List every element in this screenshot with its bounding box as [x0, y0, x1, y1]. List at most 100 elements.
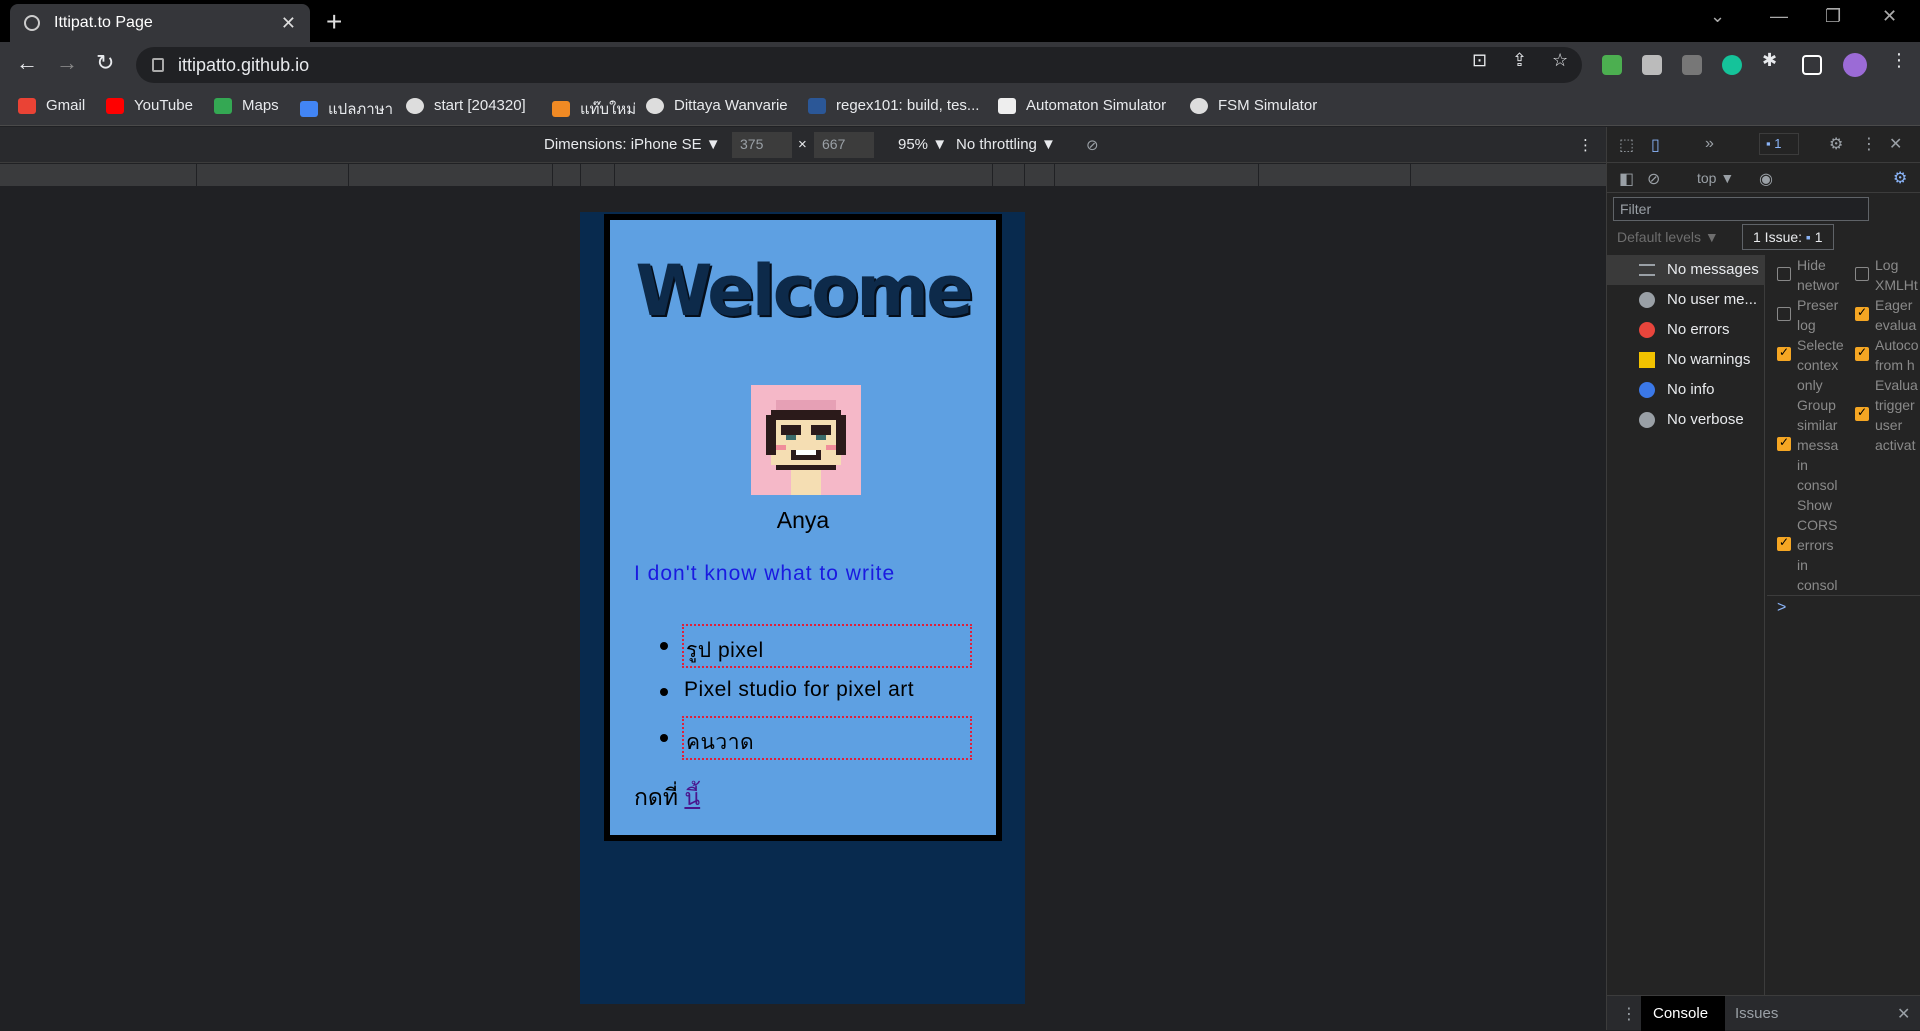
avatar-image: [751, 385, 861, 495]
tab-search-icon[interactable]: ⌄: [1710, 6, 1725, 27]
ruler-tick: [992, 164, 993, 186]
avatar[interactable]: [1843, 53, 1867, 77]
throttling-select[interactable]: No throttling ▼: [956, 136, 1056, 153]
window-close-button[interactable]: ✕: [1882, 6, 1897, 27]
width-input[interactable]: 375: [732, 132, 792, 158]
minimize-button[interactable]: —: [1770, 6, 1788, 27]
extension-icon[interactable]: [1642, 55, 1662, 75]
drawer-menu-icon[interactable]: ⋮: [1621, 1004, 1637, 1024]
translate-icon[interactable]: ⊡: [1472, 50, 1487, 71]
dimension-separator: ×: [798, 136, 807, 153]
messages-badge[interactable]: ▪ 1: [1759, 133, 1799, 155]
list-item: Pixel studio for pixel art: [684, 678, 915, 701]
ruler-tick: [1054, 164, 1055, 186]
sidebar-toggle-icon[interactable]: ◧: [1619, 169, 1634, 189]
bookmark-maps[interactable]: Maps: [214, 97, 279, 114]
extension-icon[interactable]: [1682, 55, 1702, 75]
extension-icon[interactable]: [1602, 55, 1622, 75]
bookmark-fsm[interactable]: FSM Simulator: [1190, 97, 1317, 114]
address-bar[interactable]: ittipatto.github.io: [136, 47, 1582, 83]
warning-icon: [1639, 352, 1655, 368]
inspect-icon[interactable]: ⬚: [1619, 135, 1634, 155]
sidebar-item-user-messages[interactable]: No user me...: [1607, 285, 1765, 315]
bookmark-youtube[interactable]: YouTube: [106, 97, 193, 114]
log-xmlhttp-checkbox[interactable]: [1855, 267, 1869, 281]
sidebar-item-info[interactable]: No info: [1607, 375, 1765, 405]
preserve-log-checkbox[interactable]: [1777, 307, 1791, 321]
bookmark-star-icon[interactable]: ☆: [1552, 50, 1568, 71]
ruler-tick: [614, 164, 615, 186]
tab-console[interactable]: Console: [1641, 996, 1725, 1031]
bookmark-automaton[interactable]: Automaton Simulator: [998, 97, 1166, 114]
menu-icon[interactable]: ⋮: [1890, 50, 1908, 71]
restore-button[interactable]: ❐: [1825, 6, 1841, 27]
hide-network-checkbox[interactable]: [1777, 267, 1791, 281]
side-panel-icon[interactable]: [1802, 55, 1822, 75]
rotate-icon[interactable]: ⊘: [1086, 136, 1099, 154]
dimensions-select[interactable]: Dimensions: iPhone SE ▼: [544, 136, 721, 153]
sidebar-item-verbose[interactable]: No verbose: [1607, 405, 1765, 435]
device-toolbar: Dimensions: iPhone SE ▼ 375 × 667 95% ▼ …: [0, 127, 1606, 163]
filter-input[interactable]: Filter: [1613, 197, 1869, 221]
bookmark-translate[interactable]: แปลภาษา: [300, 97, 393, 121]
list-bullet: [660, 688, 668, 696]
grammarly-icon[interactable]: [1722, 55, 1742, 75]
ruler-tick: [580, 164, 581, 186]
puzzle-icon[interactable]: ✱: [1762, 50, 1777, 71]
sidebar-item-errors[interactable]: No errors: [1607, 315, 1765, 345]
sidebar-item-messages[interactable]: No messages: [1607, 255, 1765, 285]
settings-labels-right: Log XMLHt Eager evalua Autoco from h Eva…: [1875, 257, 1919, 453]
settings-icon[interactable]: ⚙: [1829, 134, 1843, 154]
selected-context-checkbox[interactable]: [1777, 345, 1791, 361]
evaluate-triggers-checkbox[interactable]: [1855, 405, 1869, 421]
kebab-icon[interactable]: ⋮: [1861, 134, 1877, 154]
height-input[interactable]: 667: [814, 132, 874, 158]
bookmark-start[interactable]: start [204320]: [406, 97, 526, 114]
bookmarks-bar: Gmail YouTube Maps แปลภาษา start [204320…: [0, 88, 1920, 126]
here-link[interactable]: นี้: [684, 784, 700, 810]
clear-console-icon[interactable]: ⊘: [1647, 169, 1660, 189]
device-toggle-icon[interactable]: ▯: [1651, 135, 1660, 155]
click-prefix: กดที่: [634, 784, 679, 810]
eager-evaluation-checkbox[interactable]: [1855, 305, 1869, 321]
ruler-tick: [196, 164, 197, 186]
console-prompt[interactable]: >: [1777, 599, 1786, 617]
forward-icon[interactable]: →: [56, 50, 78, 76]
close-drawer-icon[interactable]: ✕: [1897, 1004, 1910, 1024]
close-devtools-icon[interactable]: ✕: [1889, 134, 1902, 154]
bookmark-gmail[interactable]: Gmail: [18, 97, 85, 114]
new-tab-button[interactable]: +: [326, 6, 342, 38]
click-line: กดที่ นี้: [634, 780, 700, 816]
bookmark-newtab[interactable]: แท๊บใหม่: [552, 97, 636, 121]
log-levels-select[interactable]: Default levels ▼: [1617, 229, 1719, 245]
sidebar-item-warnings[interactable]: No warnings: [1607, 345, 1765, 375]
bookmark-regex101[interactable]: regex101: build, tes...: [808, 97, 979, 114]
back-icon[interactable]: ←: [16, 50, 38, 76]
devtools-header: ⬚ ▯ » ▪ 1 ⚙ ⋮ ✕: [1607, 127, 1920, 163]
show-cors-checkbox[interactable]: [1777, 535, 1791, 551]
devtools-panel: ⬚ ▯ » ▪ 1 ⚙ ⋮ ✕ ◧ ⊘ top ▼ ◉ ⚙ Filter Def…: [1606, 127, 1920, 1031]
list-item: คนวาด: [682, 716, 972, 760]
console-settings-icon[interactable]: ⚙: [1893, 168, 1907, 188]
ruler-tick: [552, 164, 553, 186]
browser-toolbar: ← → ↻ ittipatto.github.io ⊡ ⇪ ☆ ✱ ⋮: [0, 42, 1920, 88]
share-icon[interactable]: ⇪: [1512, 50, 1527, 71]
bookmark-dittaya[interactable]: Dittaya Wanvarie: [646, 97, 788, 114]
zoom-select[interactable]: 95% ▼: [898, 136, 947, 153]
context-select[interactable]: top ▼: [1697, 170, 1734, 186]
ruler-tick: [1024, 164, 1025, 186]
issues-button[interactable]: 1 Issue: ▪ 1: [1742, 224, 1834, 250]
globe-icon: [646, 97, 664, 114]
user-icon: [1639, 292, 1655, 308]
tab-issues[interactable]: Issues: [1735, 1005, 1778, 1022]
browser-tab[interactable]: Ittipat.to Page ✕: [10, 4, 310, 42]
media-query-ruler[interactable]: [0, 164, 1606, 186]
eye-icon[interactable]: ◉: [1759, 169, 1773, 189]
group-similar-checkbox[interactable]: [1777, 435, 1791, 451]
list-bullet: [660, 642, 668, 650]
autocomplete-history-checkbox[interactable]: [1855, 345, 1869, 361]
device-menu-icon[interactable]: ⋮: [1578, 136, 1593, 154]
reload-icon[interactable]: ↻: [96, 50, 114, 76]
close-tab-icon[interactable]: ✕: [281, 13, 296, 34]
more-tabs-icon[interactable]: »: [1705, 135, 1714, 153]
